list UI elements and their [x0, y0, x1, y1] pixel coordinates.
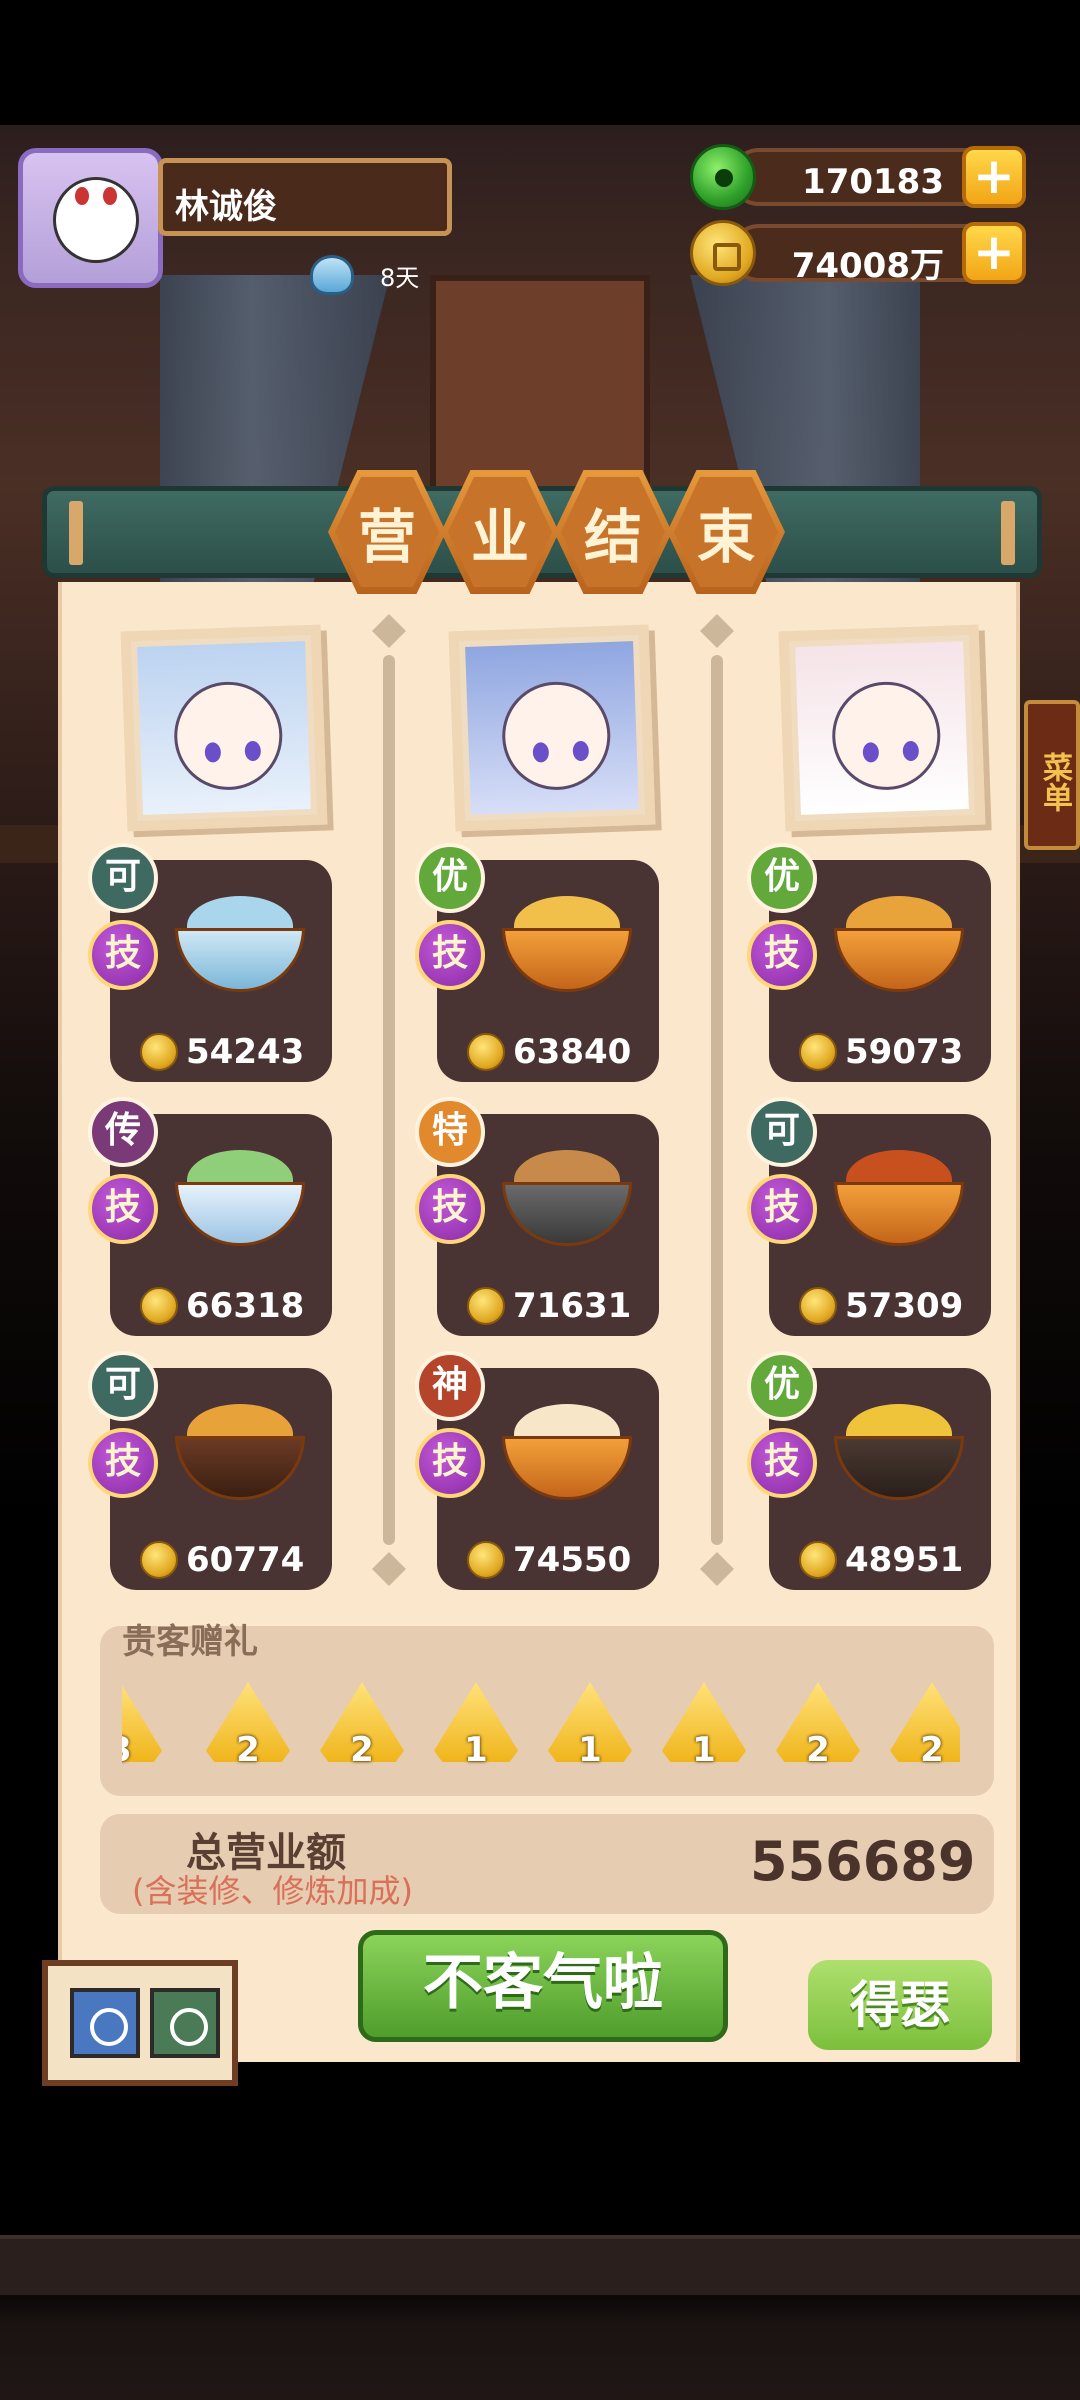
dish-image	[492, 1132, 642, 1252]
dish-image	[824, 1386, 974, 1506]
menu-sign[interactable]: 菜单	[1024, 700, 1080, 850]
dish-price: 57309	[845, 1286, 964, 1326]
coin-icon	[799, 1033, 837, 1071]
avatar-eye	[103, 187, 117, 205]
floor-band	[0, 2235, 1080, 2295]
skill-badge: 技	[88, 920, 158, 990]
player-name-box: 林诚俊	[158, 158, 452, 236]
add-jade-button[interactable]: +	[962, 146, 1026, 208]
banner-cap	[69, 501, 83, 565]
coin-icon	[467, 1033, 505, 1071]
dish-grade-badge: 优	[747, 843, 817, 913]
total-revenue-note: (含装修、修炼加成)	[132, 1872, 413, 1910]
decor-stand[interactable]	[42, 1960, 238, 2086]
avatar-face	[53, 177, 139, 263]
dish-price: 54243	[186, 1032, 305, 1072]
dish-grade-badge: 可	[88, 843, 158, 913]
gift-count: 3	[122, 1730, 162, 1770]
coin-icon	[467, 1287, 505, 1325]
jade-icon	[690, 144, 756, 210]
banner-cap	[1001, 501, 1015, 565]
chef-portrait-2[interactable]	[448, 624, 656, 832]
player-name: 林诚俊	[175, 187, 277, 227]
coin-icon	[799, 1541, 837, 1579]
dish-image	[824, 1132, 974, 1252]
hourglass-icon	[310, 255, 354, 295]
gift-strip[interactable]: 3 2 2 1 1 1 2 2	[122, 1672, 960, 1776]
coin-icon	[140, 1541, 178, 1579]
gift-count: 2	[350, 1730, 374, 1770]
dish-image	[492, 1386, 642, 1506]
skill-badge: 技	[747, 920, 817, 990]
skill-badge: 技	[415, 1428, 485, 1498]
dish-price: 59073	[845, 1032, 964, 1072]
jade-amount: 170183	[802, 162, 944, 202]
avatar-eye	[75, 187, 89, 205]
gift-count: 1	[464, 1730, 488, 1770]
skill-badge: 技	[747, 1428, 817, 1498]
coin-icon	[799, 1287, 837, 1325]
column-divider	[383, 655, 395, 1545]
coin-icon	[140, 1287, 178, 1325]
dish-grade-badge: 特	[415, 1097, 485, 1167]
show-off-button[interactable]: 得瑟	[808, 1960, 992, 2050]
gift-count: 2	[806, 1730, 830, 1770]
dish-grade-badge: 优	[747, 1351, 817, 1421]
column-divider	[711, 655, 723, 1545]
dish-image	[165, 1132, 315, 1252]
coin-icon	[140, 1033, 178, 1071]
dish-image	[165, 878, 315, 998]
gift-count: 2	[236, 1730, 260, 1770]
dish-grade-badge: 传	[88, 1097, 158, 1167]
total-revenue-value: 556689	[750, 1830, 976, 1893]
dish-image	[492, 878, 642, 998]
dish-grade-badge: 可	[88, 1351, 158, 1421]
dish-grade-badge: 神	[415, 1351, 485, 1421]
skill-badge: 技	[88, 1174, 158, 1244]
add-coin-button[interactable]: +	[962, 222, 1026, 284]
gift-count: 2	[920, 1730, 944, 1770]
decor-tile-icon	[150, 1988, 220, 2058]
chef-portrait-3[interactable]	[778, 624, 986, 832]
decor-tile-icon	[70, 1988, 140, 2058]
timer-text: 8天	[380, 264, 420, 292]
dish-image	[165, 1386, 315, 1506]
dish-price: 60774	[186, 1540, 305, 1580]
skill-badge: 技	[415, 920, 485, 990]
gift-count: 1	[578, 1730, 602, 1770]
close-results-button[interactable]: 不客气啦	[358, 1930, 728, 2042]
dish-image	[824, 878, 974, 998]
player-avatar[interactable]	[18, 148, 163, 288]
dish-price: 66318	[186, 1286, 305, 1326]
coin-amount: 74008万	[791, 246, 944, 286]
dish-grade-badge: 优	[415, 843, 485, 913]
guest-gift-title: 贵客赠礼	[122, 1622, 258, 1662]
skill-badge: 技	[88, 1428, 158, 1498]
chef-portrait-1[interactable]	[120, 624, 328, 832]
dish-grade-badge: 可	[747, 1097, 817, 1167]
gift-count: 1	[692, 1730, 716, 1770]
skill-badge: 技	[747, 1174, 817, 1244]
skill-badge: 技	[415, 1174, 485, 1244]
dish-price: 63840	[513, 1032, 632, 1072]
coin-icon	[690, 220, 756, 286]
coin-icon	[467, 1541, 505, 1579]
dish-price: 71631	[513, 1286, 632, 1326]
dish-price: 74550	[513, 1540, 632, 1580]
dish-price: 48951	[845, 1540, 964, 1580]
